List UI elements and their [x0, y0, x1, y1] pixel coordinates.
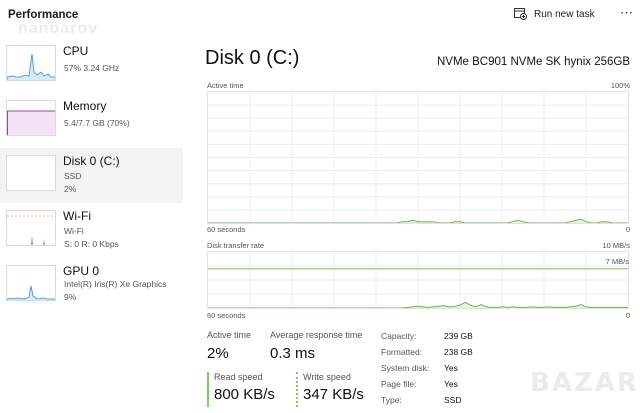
cpu-graph-thumbnail: [6, 45, 56, 81]
property-value: Yes: [444, 363, 458, 373]
memory-graph-thumbnail: [6, 100, 56, 136]
sidebar-item-detail: 5.4/7.7 GB (70%): [64, 118, 130, 128]
sidebar-item-detail: Intel(R) Iris(R) Xe Graphics: [64, 279, 167, 289]
transfer-rate-secondary-label: 7 MB/s: [605, 257, 629, 266]
sidebar-item-usage: 9%: [64, 292, 77, 302]
sidebar-item-wifi[interactable]: Wi-Fi Wi-Fi S: 0 R: 0 Kbps: [0, 203, 183, 258]
sidebar-item-detail: Wi-Fi: [64, 226, 84, 236]
sidebar-item-gpu[interactable]: GPU 0 Intel(R) Iris(R) Xe Graphics 9%: [0, 258, 183, 313]
active-time-stat: Active time 2%: [207, 330, 251, 362]
run-task-icon: [514, 8, 527, 20]
transfer-rate-graph-label: Disk transfer rate: [207, 241, 265, 250]
sidebar-item-name: CPU: [63, 44, 89, 58]
disk-title: Disk 0 (C:): [205, 47, 300, 69]
disk-model: NVMe BC901 NVMe SK hynix 256GB: [436, 56, 630, 68]
write-speed-stat: Write speed 347 KB/s: [296, 372, 376, 407]
property-key: Formatted:: [381, 347, 423, 357]
watermark-text: nanbarov: [18, 20, 99, 37]
avg-response-stat-label: Average response time: [270, 330, 363, 340]
active-time-stat-value: 2%: [207, 345, 229, 362]
sidebar-item-name: Wi-Fi: [63, 209, 91, 223]
write-speed-value: 347 KB/s: [303, 386, 364, 403]
active-time-duration-label: 60 seconds: [207, 225, 246, 234]
read-speed-label: Read speed: [214, 372, 263, 382]
run-new-task-button[interactable]: Run new task: [514, 8, 595, 20]
avg-response-stat-value: 0.3 ms: [270, 345, 316, 362]
active-time-min-label: 0: [625, 225, 630, 234]
read-speed-stat: Read speed 800 KB/s: [207, 372, 287, 407]
active-time-graph-canvas: [208, 92, 628, 223]
sidebar-item-name: GPU 0: [63, 264, 100, 278]
property-value: SSD: [444, 395, 462, 405]
active-time-stat-label: Active time: [207, 330, 252, 340]
property-value: Yes: [444, 379, 458, 389]
sidebar-item-disk[interactable]: Disk 0 (C:) SSD 2%: [0, 148, 183, 203]
active-time-graph: [207, 91, 629, 224]
transfer-rate-max-label: 10 MB/s: [602, 241, 630, 250]
sidebar: CPU 57% 3.24 GHz Memory 5.4/7.7 GB (70%)…: [0, 38, 183, 313]
sidebar-item-name: Disk 0 (C:): [63, 154, 120, 168]
transfer-rate-min-label: 0: [625, 311, 630, 320]
sidebar-item-name: Memory: [63, 99, 107, 113]
sidebar-item-cpu[interactable]: CPU 57% 3.24 GHz: [0, 38, 183, 93]
wifi-graph-thumbnail: [6, 210, 56, 246]
run-task-label: Run new task: [534, 8, 595, 20]
read-speed-value: 800 KB/s: [214, 386, 275, 403]
avg-response-stat: Average response time 0.3 ms: [270, 330, 362, 362]
sidebar-item-detail: 57% 3.24 GHz: [64, 63, 120, 73]
transfer-rate-duration-label: 60 seconds: [207, 311, 246, 320]
sidebar-item-detail: SSD: [64, 171, 82, 181]
sidebar-item-memory[interactable]: Memory 5.4/7.7 GB (70%): [0, 93, 183, 148]
sidebar-item-usage: 2%: [64, 184, 77, 194]
transfer-rate-graph: [207, 251, 629, 309]
property-value: 238 GB: [444, 347, 473, 357]
header: Performance nanbarov Run new task ⋯: [0, 0, 640, 38]
active-time-max-label: 100%: [610, 81, 630, 90]
property-key: Capacity:: [381, 331, 417, 341]
disk-graph-thumbnail: [6, 155, 56, 191]
gpu-graph-thumbnail: [6, 265, 56, 301]
property-key: Page file:: [381, 379, 417, 389]
sidebar-item-throughput: S: 0 R: 0 Kbps: [64, 239, 119, 249]
transfer-rate-graph-canvas: [208, 252, 628, 308]
more-options-icon[interactable]: ⋯: [620, 6, 633, 20]
active-time-graph-label: Active time: [207, 81, 244, 90]
property-key: Type:: [381, 395, 402, 405]
property-value: 239 GB: [444, 331, 473, 341]
property-key: System disk:: [381, 363, 430, 373]
write-speed-label: Write speed: [303, 372, 351, 382]
watermark-logo: BAZAR: [530, 368, 639, 398]
